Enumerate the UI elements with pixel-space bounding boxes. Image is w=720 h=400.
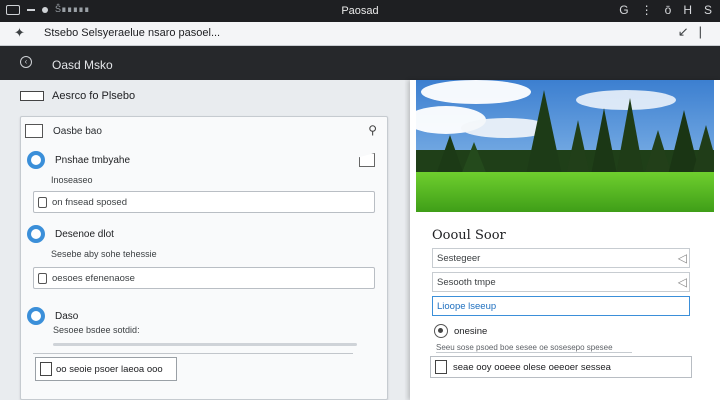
rectangle-toggle-icon[interactable] xyxy=(20,91,44,101)
section-1-title: Pnshae tmbyahe xyxy=(55,155,131,166)
left-panel-header: Aesrco fo Plsebo xyxy=(20,90,135,102)
left-panel: Aesrco fo Plsebo Oasbe bao ⚲ Pnshae tmby… xyxy=(0,80,405,400)
toolbar-tools: ↙ | xyxy=(678,24,702,40)
app-header: ‹ Oasd Msko xyxy=(0,46,720,80)
window-title-bar: Ŝ∎∎∎∎∎ Paosad G ⋮ ō H S xyxy=(0,0,720,22)
section-3-divider xyxy=(33,353,353,354)
detail-field-3[interactable]: Lioope lseeup xyxy=(432,296,690,316)
title-bar-right-controls: G ⋮ ō H S xyxy=(619,3,712,17)
pointer-arrow-icon[interactable]: ↙ xyxy=(678,24,689,40)
bookmark-star-icon[interactable]: ✦ xyxy=(14,25,25,41)
search-row[interactable]: Oasbe bao ⚲ xyxy=(21,121,389,141)
detail-field-1-text: Sestegeer xyxy=(437,253,481,264)
g-icon[interactable]: G xyxy=(619,3,628,17)
app-title: Oasd Msko xyxy=(52,58,113,72)
more-icon[interactable]: ⋮ xyxy=(641,3,653,17)
window-title: Paosad xyxy=(341,5,379,17)
h-icon[interactable]: H xyxy=(683,3,692,17)
detail-description: Seeu sose psoed boe sesee oe sosesepo sp… xyxy=(436,343,613,352)
section-3-slider[interactable] xyxy=(53,343,357,346)
section-3-button-text: oo seoie psoer laeoa ooo xyxy=(56,364,163,375)
section-3-subtitle: Sesoee bsdee sotdid: xyxy=(53,325,140,335)
detail-radio-label: onesine xyxy=(454,326,488,337)
section-2-field-checkbox[interactable] xyxy=(38,273,47,284)
detail-radio[interactable] xyxy=(434,324,448,338)
landscape-photo xyxy=(416,80,714,212)
detail-button-text: seae ooy ooeee olese oeeoer sessea xyxy=(453,362,611,373)
section-2-subtitle: Sesebe aby sohe tehessie xyxy=(51,249,157,259)
section-1-field-checkbox[interactable] xyxy=(38,197,47,208)
section-3-button-checkbox[interactable] xyxy=(40,362,52,376)
search-label: Oasbe bao xyxy=(53,126,102,137)
detail-action-button[interactable]: seae ooy ooeee olese oeeoer sessea xyxy=(430,356,692,378)
search-checkbox[interactable] xyxy=(25,124,43,138)
section-1-field-text: on fnsead sposed xyxy=(52,197,128,208)
back-circle-icon[interactable]: ‹ xyxy=(20,56,32,68)
section-2-title: Desenoe dlot xyxy=(55,229,114,240)
detail-divider xyxy=(436,352,632,353)
detail-button-checkbox[interactable] xyxy=(435,360,447,374)
section-3-title: Daso xyxy=(55,311,79,322)
forest-meadow-image xyxy=(416,80,714,212)
detail-title: Oooul Soor xyxy=(432,228,506,243)
address-toolbar: ✦ Stsebo Selsyeraelue nsaro pasoel... ↙ … xyxy=(0,22,720,46)
section-3-radio[interactable] xyxy=(27,307,45,325)
right-detail-card: Oooul Soor Sestegeer ◁ Sesooth tmpe ◁ Li… xyxy=(410,80,720,400)
detail-field-1[interactable]: Sestegeer ◁ xyxy=(432,248,690,268)
section-1-subtitle: Inoseaseo xyxy=(51,175,93,185)
divider-bar-icon: | xyxy=(698,24,702,39)
detail-field-3-text: Lioope lseeup xyxy=(437,301,497,312)
search-icon[interactable]: ⚲ xyxy=(368,123,377,137)
section-1-corner-icon[interactable] xyxy=(359,153,375,167)
section-2-field-text: oesoes efenenaose xyxy=(52,273,135,284)
section-2-radio[interactable] xyxy=(27,225,45,243)
detail-field-2-text: Sesooth tmpe xyxy=(437,277,496,288)
shield-icon[interactable]: ō xyxy=(665,3,672,17)
detail-field-1-arrow-icon[interactable]: ◁ xyxy=(678,252,687,264)
options-card: Oasbe bao ⚲ Pnshae tmbyahe Inoseaseo on … xyxy=(20,116,388,400)
section-2-field[interactable]: oesoes efenenaose xyxy=(33,267,375,289)
detail-field-2-arrow-icon[interactable]: ◁ xyxy=(678,276,687,288)
section-1-field[interactable]: on fnsead sposed xyxy=(33,191,375,213)
detail-field-2[interactable]: Sesooth tmpe ◁ xyxy=(432,272,690,292)
section-3-action-button[interactable]: oo seoie psoer laeoa ooo xyxy=(35,357,177,381)
left-panel-header-label: Aesrco fo Plsebo xyxy=(52,90,136,102)
address-text[interactable]: Stsebo Selsyeraelue nsaro pasoel... xyxy=(44,27,220,39)
section-1-radio[interactable] xyxy=(27,151,45,169)
s-icon[interactable]: S xyxy=(704,3,712,17)
